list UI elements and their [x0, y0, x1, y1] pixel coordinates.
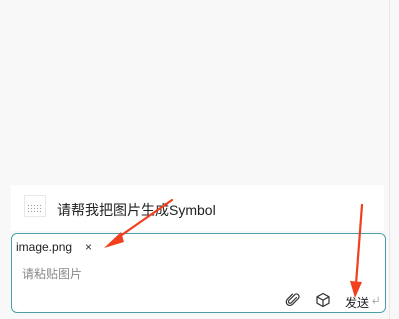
enter-key-icon: [372, 296, 379, 304]
message-composer: image.png × 发送: [11, 233, 386, 313]
message-input[interactable]: [22, 264, 362, 284]
send-button[interactable]: 发送: [345, 294, 369, 311]
remove-attachment-button[interactable]: ×: [85, 241, 92, 253]
panel-divider: [389, 0, 390, 319]
message-text: 请帮我把图片生成Symbol: [57, 202, 216, 218]
user-message: 请帮我把图片生成Symbol: [11, 185, 384, 231]
paperclip-icon[interactable]: [285, 292, 301, 308]
composer-toolbar: 发送: [282, 290, 382, 310]
image-thumbnail[interactable]: [24, 195, 46, 217]
attachment-chip: image.png ×: [16, 238, 92, 256]
thumbnail-preview-icon: [27, 204, 43, 212]
chat-page: 请帮我把图片生成Symbol image.png × 发送: [0, 0, 399, 319]
cube-icon[interactable]: [315, 292, 331, 308]
attachment-filename: image.png: [16, 240, 73, 254]
